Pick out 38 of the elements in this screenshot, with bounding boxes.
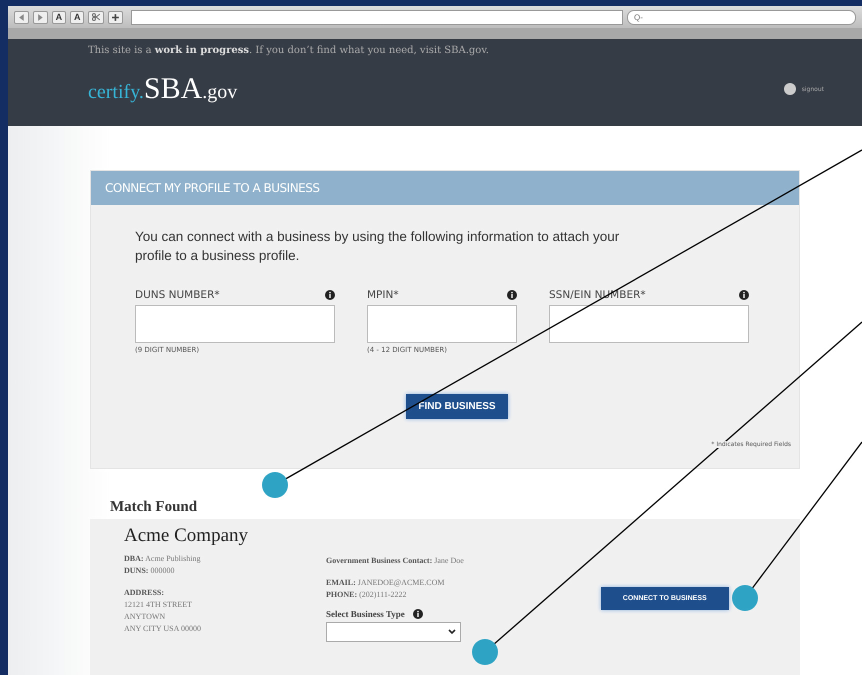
- select-label: Select Business Type: [326, 609, 405, 619]
- forward-icon: [36, 14, 44, 20]
- address-line: ANY CITY USA 00000: [124, 623, 202, 635]
- input-field[interactable]: [549, 305, 749, 343]
- field-label: MPIN*: [367, 289, 399, 301]
- company-name: Acme Company: [124, 525, 248, 547]
- info-icon[interactable]: [325, 290, 335, 300]
- avatar-icon: [784, 83, 796, 95]
- intro-text: You can connect with a business by using the following information to attach your profile to a business profile.: [135, 228, 620, 265]
- address-label: ADDRESS:: [124, 587, 166, 599]
- scissors-icon: [92, 13, 100, 21]
- input-field[interactable]: [367, 305, 517, 343]
- address-line: 12121 4TH STREET: [124, 599, 193, 611]
- address-bar[interactable]: [131, 10, 624, 24]
- text-size-button[interactable]: A: [52, 10, 66, 24]
- field-label: DUNS NUMBER*: [135, 289, 220, 301]
- address-line: ANYTOWN: [124, 611, 166, 623]
- detail-text: Government Business Contact: Jane Doe: [326, 555, 464, 567]
- chevron-down-icon: [448, 629, 456, 635]
- detail-text: PHONE: (202)111-2222: [326, 589, 408, 601]
- info-icon[interactable]: [412, 609, 423, 619]
- back-icon: [18, 14, 25, 20]
- notice-text: This site is a work in progress. If you don’t find what you need, visit SBA.gov.: [88, 45, 490, 56]
- text-size-button[interactable]: A: [70, 10, 84, 24]
- input-field[interactable]: [135, 305, 335, 343]
- detail-text: DBA: Acme Publishing: [124, 553, 202, 565]
- detail-text: EMAIL: JANEDOE@ACME.COM: [326, 577, 446, 589]
- toolbar-button[interactable]: [88, 10, 104, 24]
- plus-icon: [112, 14, 120, 20]
- info-icon[interactable]: [739, 290, 749, 300]
- panel-title: CONNECT MY PROFILE TO A BUSINESS: [91, 171, 799, 205]
- toolbar-button[interactable]: [108, 10, 124, 24]
- info-icon[interactable]: [507, 290, 517, 300]
- detail-text: DUNS: 000000: [124, 565, 176, 577]
- search-field[interactable]: Q-: [627, 10, 856, 24]
- site-logo[interactable]: certify.SBA.gov: [88, 72, 238, 106]
- find-business-button[interactable]: FIND BUSINESS: [406, 394, 508, 419]
- match-heading: Match Found: [110, 499, 198, 516]
